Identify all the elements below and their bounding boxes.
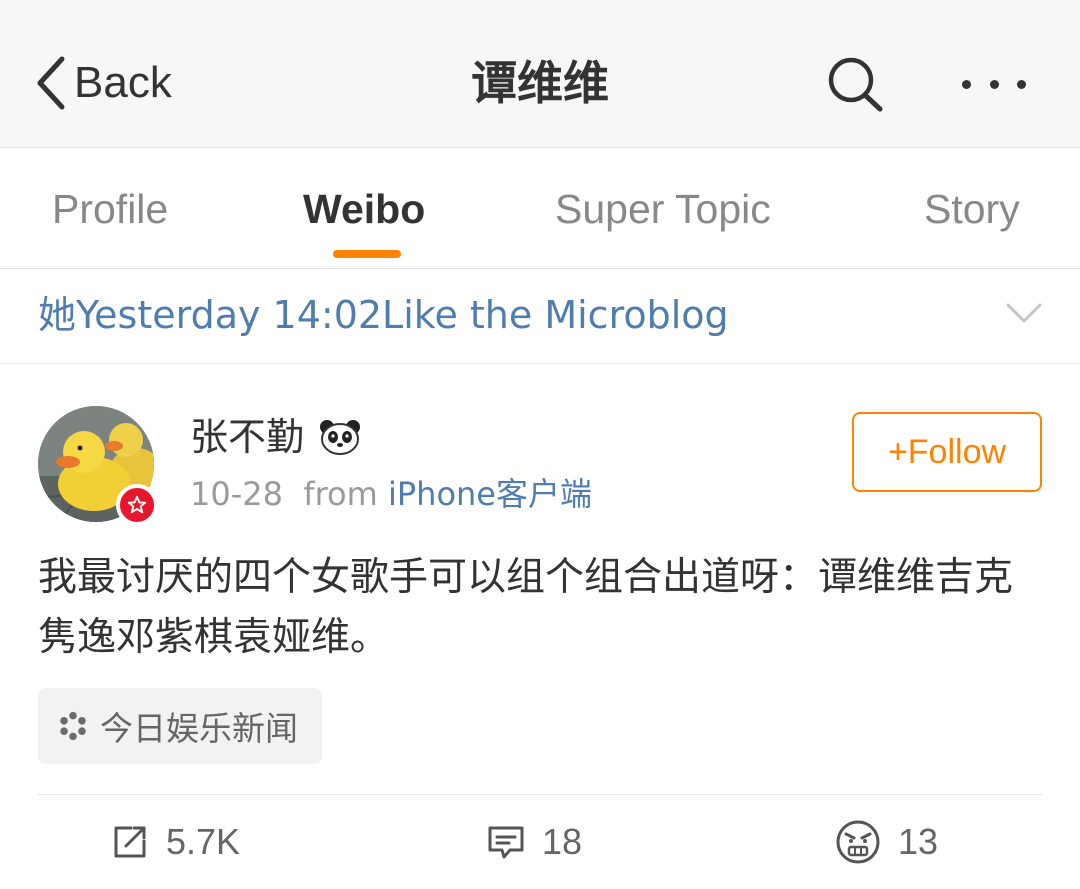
tab-story[interactable]: Story	[924, 184, 1020, 234]
angry-face-icon	[836, 820, 880, 864]
more-dot-icon	[962, 79, 971, 89]
tab-weibo[interactable]: Weibo	[303, 184, 425, 234]
post-from-label: from	[303, 475, 378, 513]
more-dot-icon	[989, 79, 999, 89]
profile-tab-bar: Profile Weibo Super Topic Story	[0, 148, 1080, 269]
post-text: 我最讨厌的四个女歌手可以组个组合出道呀：谭维维吉克隽逸邓紫棋袁娅维。	[38, 555, 1014, 660]
post-meta: 10-28 from iPhone客户端	[190, 472, 592, 516]
reaction-button[interactable]: 13	[834, 812, 938, 872]
back-button[interactable]: Back	[32, 52, 172, 114]
chevron-down-icon[interactable]	[1004, 298, 1044, 328]
star-icon	[127, 495, 147, 514]
repost-button[interactable]: 5.7K	[110, 812, 240, 872]
post-source-link[interactable]: iPhone客户端	[388, 475, 592, 513]
share-icon	[114, 826, 146, 858]
like-notice-row[interactable]: 她Yesterday 14:02Like the Microblog	[0, 269, 1080, 364]
reaction-count: 13	[898, 821, 939, 862]
like-notice-text: 她Yesterday 14:02Like the Microblog	[38, 293, 729, 337]
repost-count: 5.7K	[166, 821, 241, 862]
comment-button[interactable]: 18	[486, 812, 582, 872]
more-options-button[interactable]	[958, 64, 1030, 104]
back-label: Back	[74, 58, 172, 107]
active-tab-indicator	[333, 250, 401, 258]
topic-flower-icon	[60, 711, 86, 741]
verified-badge-icon	[116, 484, 158, 526]
action-divider	[38, 794, 1042, 795]
post-date: 10-28	[190, 475, 283, 513]
follow-button[interactable]: +Follow	[852, 412, 1042, 492]
search-icon[interactable]	[826, 55, 884, 113]
more-dot-icon	[1017, 79, 1026, 89]
comment-icon	[488, 826, 524, 859]
panda-emoji-icon	[320, 420, 360, 455]
topic-chip[interactable]: 今日娱乐新闻	[38, 688, 322, 764]
top-navigation-bar: Back 谭维维	[0, 0, 1080, 148]
topic-label: 今日娱乐新闻	[100, 709, 298, 748]
comment-count: 18	[542, 821, 583, 862]
chevron-left-icon	[37, 56, 65, 110]
tab-super-topic[interactable]: Super Topic	[555, 184, 771, 234]
post-author-name[interactable]: 张不勤	[190, 412, 304, 462]
tab-profile[interactable]: Profile	[52, 184, 168, 234]
